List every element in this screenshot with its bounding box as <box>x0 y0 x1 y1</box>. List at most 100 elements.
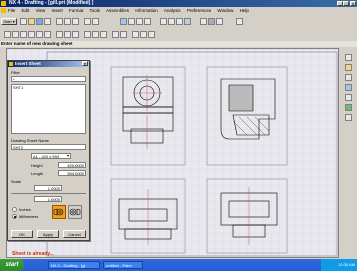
height-input[interactable]: 420.0000 <box>58 162 86 168</box>
shade-icon[interactable] <box>208 18 215 25</box>
paste-icon[interactable] <box>72 18 79 25</box>
cue-text: Enter name of new drawing sheet <box>1 41 73 46</box>
dialog-close-button[interactable]: × <box>82 61 88 66</box>
view-icon[interactable] <box>184 18 191 25</box>
menu-analysis[interactable]: Analysis <box>164 8 181 13</box>
inches-radio[interactable] <box>12 207 17 212</box>
clock: 10:35 AM <box>338 262 355 267</box>
save-icon[interactable] <box>36 18 43 25</box>
start-menu-button[interactable]: start <box>0 259 24 271</box>
move-icon[interactable] <box>140 31 147 38</box>
table-icon[interactable] <box>120 31 127 38</box>
zoom-icon[interactable] <box>128 18 135 25</box>
section-icon[interactable] <box>36 31 43 38</box>
assembly-navigator-icon[interactable] <box>345 54 352 61</box>
fit-icon[interactable] <box>120 18 127 25</box>
menu-edit[interactable]: Edit <box>22 8 30 13</box>
dimension-icon[interactable] <box>56 31 63 38</box>
length-input[interactable]: 594.0000 <box>58 170 86 176</box>
redo-icon[interactable] <box>92 18 99 25</box>
menu-tools[interactable]: Tools <box>89 8 100 13</box>
menu-file[interactable]: File <box>8 8 15 13</box>
start-button[interactable]: Start ▾ <box>1 18 17 25</box>
web-icon[interactable] <box>345 104 352 111</box>
title-bar: NX 4 - Drafting - [gill.prt (Modified) ]… <box>0 0 357 7</box>
new-icon[interactable] <box>20 18 27 25</box>
pan-icon[interactable] <box>136 18 143 25</box>
scale-numerator-input[interactable]: 1.0000 <box>34 185 62 191</box>
dialog-icon <box>9 62 13 66</box>
chevron-down-icon[interactable]: ▾ <box>67 153 69 158</box>
print-icon[interactable] <box>44 18 51 25</box>
system-icon[interactable] <box>345 114 352 121</box>
menu-insert[interactable]: Insert <box>52 8 63 13</box>
cut-icon[interactable] <box>56 18 63 25</box>
close-button[interactable]: × <box>350 1 356 6</box>
note-icon[interactable] <box>64 31 71 38</box>
base-view-icon[interactable] <box>20 31 27 38</box>
task-nx[interactable]: NX 4 - Drafting - [gi... <box>48 261 100 269</box>
sheet-name-input[interactable]: SHT2 <box>11 144 86 150</box>
sheet-name-label: Drawing Sheet Name <box>11 138 50 143</box>
layer-icon[interactable] <box>176 18 183 25</box>
display-icon[interactable] <box>200 18 207 25</box>
refresh-icon[interactable] <box>160 18 167 25</box>
copy-icon[interactable] <box>64 18 71 25</box>
filter-input[interactable]: * <box>11 76 86 82</box>
edit-icon[interactable] <box>132 31 139 38</box>
sheet-icon[interactable] <box>12 31 19 38</box>
menu-information[interactable]: Information <box>135 8 158 13</box>
toolbar-row-1: Start ▾ <box>0 15 357 29</box>
grid-icon[interactable] <box>168 18 175 25</box>
apply-button[interactable]: Apply <box>37 230 59 238</box>
ok-button[interactable]: OK <box>11 230 33 238</box>
sheet-size-select[interactable]: A1 - 420 x 594 <box>31 153 71 159</box>
sheet-list[interactable]: SHT1 <box>11 84 86 134</box>
symbol-icon[interactable] <box>72 31 79 38</box>
menu-assemblies[interactable]: Assemblies <box>106 8 129 13</box>
circle-icon[interactable] <box>100 31 107 38</box>
millimeters-radio[interactable] <box>12 214 17 219</box>
status-message: Sheet is already... <box>12 251 54 257</box>
hatch-icon[interactable] <box>112 31 119 38</box>
third-angle-projection-icon[interactable] <box>68 205 82 219</box>
projected-view-icon[interactable] <box>28 31 35 38</box>
task-paint[interactable]: untitled - Paint <box>103 261 143 269</box>
scale-denominator-input[interactable]: 1.0000 <box>34 196 62 202</box>
menu-icon <box>1 8 6 13</box>
menu-help[interactable]: Help <box>240 8 249 13</box>
arc-icon[interactable] <box>92 31 99 38</box>
menu-preferences[interactable]: Preferences <box>187 8 211 13</box>
menu-format[interactable]: Format <box>69 8 83 13</box>
first-angle-projection-icon[interactable] <box>52 205 66 219</box>
cue-line: Enter name of new drawing sheet <box>0 41 357 47</box>
wire-icon[interactable] <box>216 18 223 25</box>
list-item[interactable]: SHT1 <box>13 85 85 90</box>
scale-divider <box>11 193 86 194</box>
open-icon[interactable] <box>28 18 35 25</box>
undo-icon[interactable] <box>84 18 91 25</box>
system-tray: 10:35 AM <box>321 259 357 271</box>
drafting-icon[interactable] <box>4 31 11 38</box>
menu-bar: File Edit View Insert Format Tools Assem… <box>0 7 357 15</box>
line-icon[interactable] <box>84 31 91 38</box>
rotate-icon[interactable] <box>144 18 151 25</box>
app-icon <box>1 1 6 6</box>
detail-icon[interactable] <box>44 31 51 38</box>
cancel-button[interactable]: Cancel <box>63 230 86 238</box>
menu-view[interactable]: View <box>36 8 46 13</box>
history-icon[interactable] <box>345 74 352 81</box>
help-icon[interactable] <box>236 18 243 25</box>
palette-icon[interactable] <box>345 84 352 91</box>
delete-icon[interactable] <box>148 31 155 38</box>
scale-label: Scale <box>11 179 22 184</box>
maximize-button[interactable]: □ <box>343 1 349 6</box>
height-label: Height <box>31 163 43 168</box>
toolbar-row-2 <box>0 28 357 42</box>
menu-window[interactable]: Window <box>217 8 233 13</box>
part-navigator-icon[interactable] <box>345 64 352 71</box>
length-label: Length <box>31 171 44 176</box>
millimeters-label: Millimeters <box>19 214 39 219</box>
resource-bar <box>340 48 357 258</box>
roles-icon[interactable] <box>345 94 352 101</box>
